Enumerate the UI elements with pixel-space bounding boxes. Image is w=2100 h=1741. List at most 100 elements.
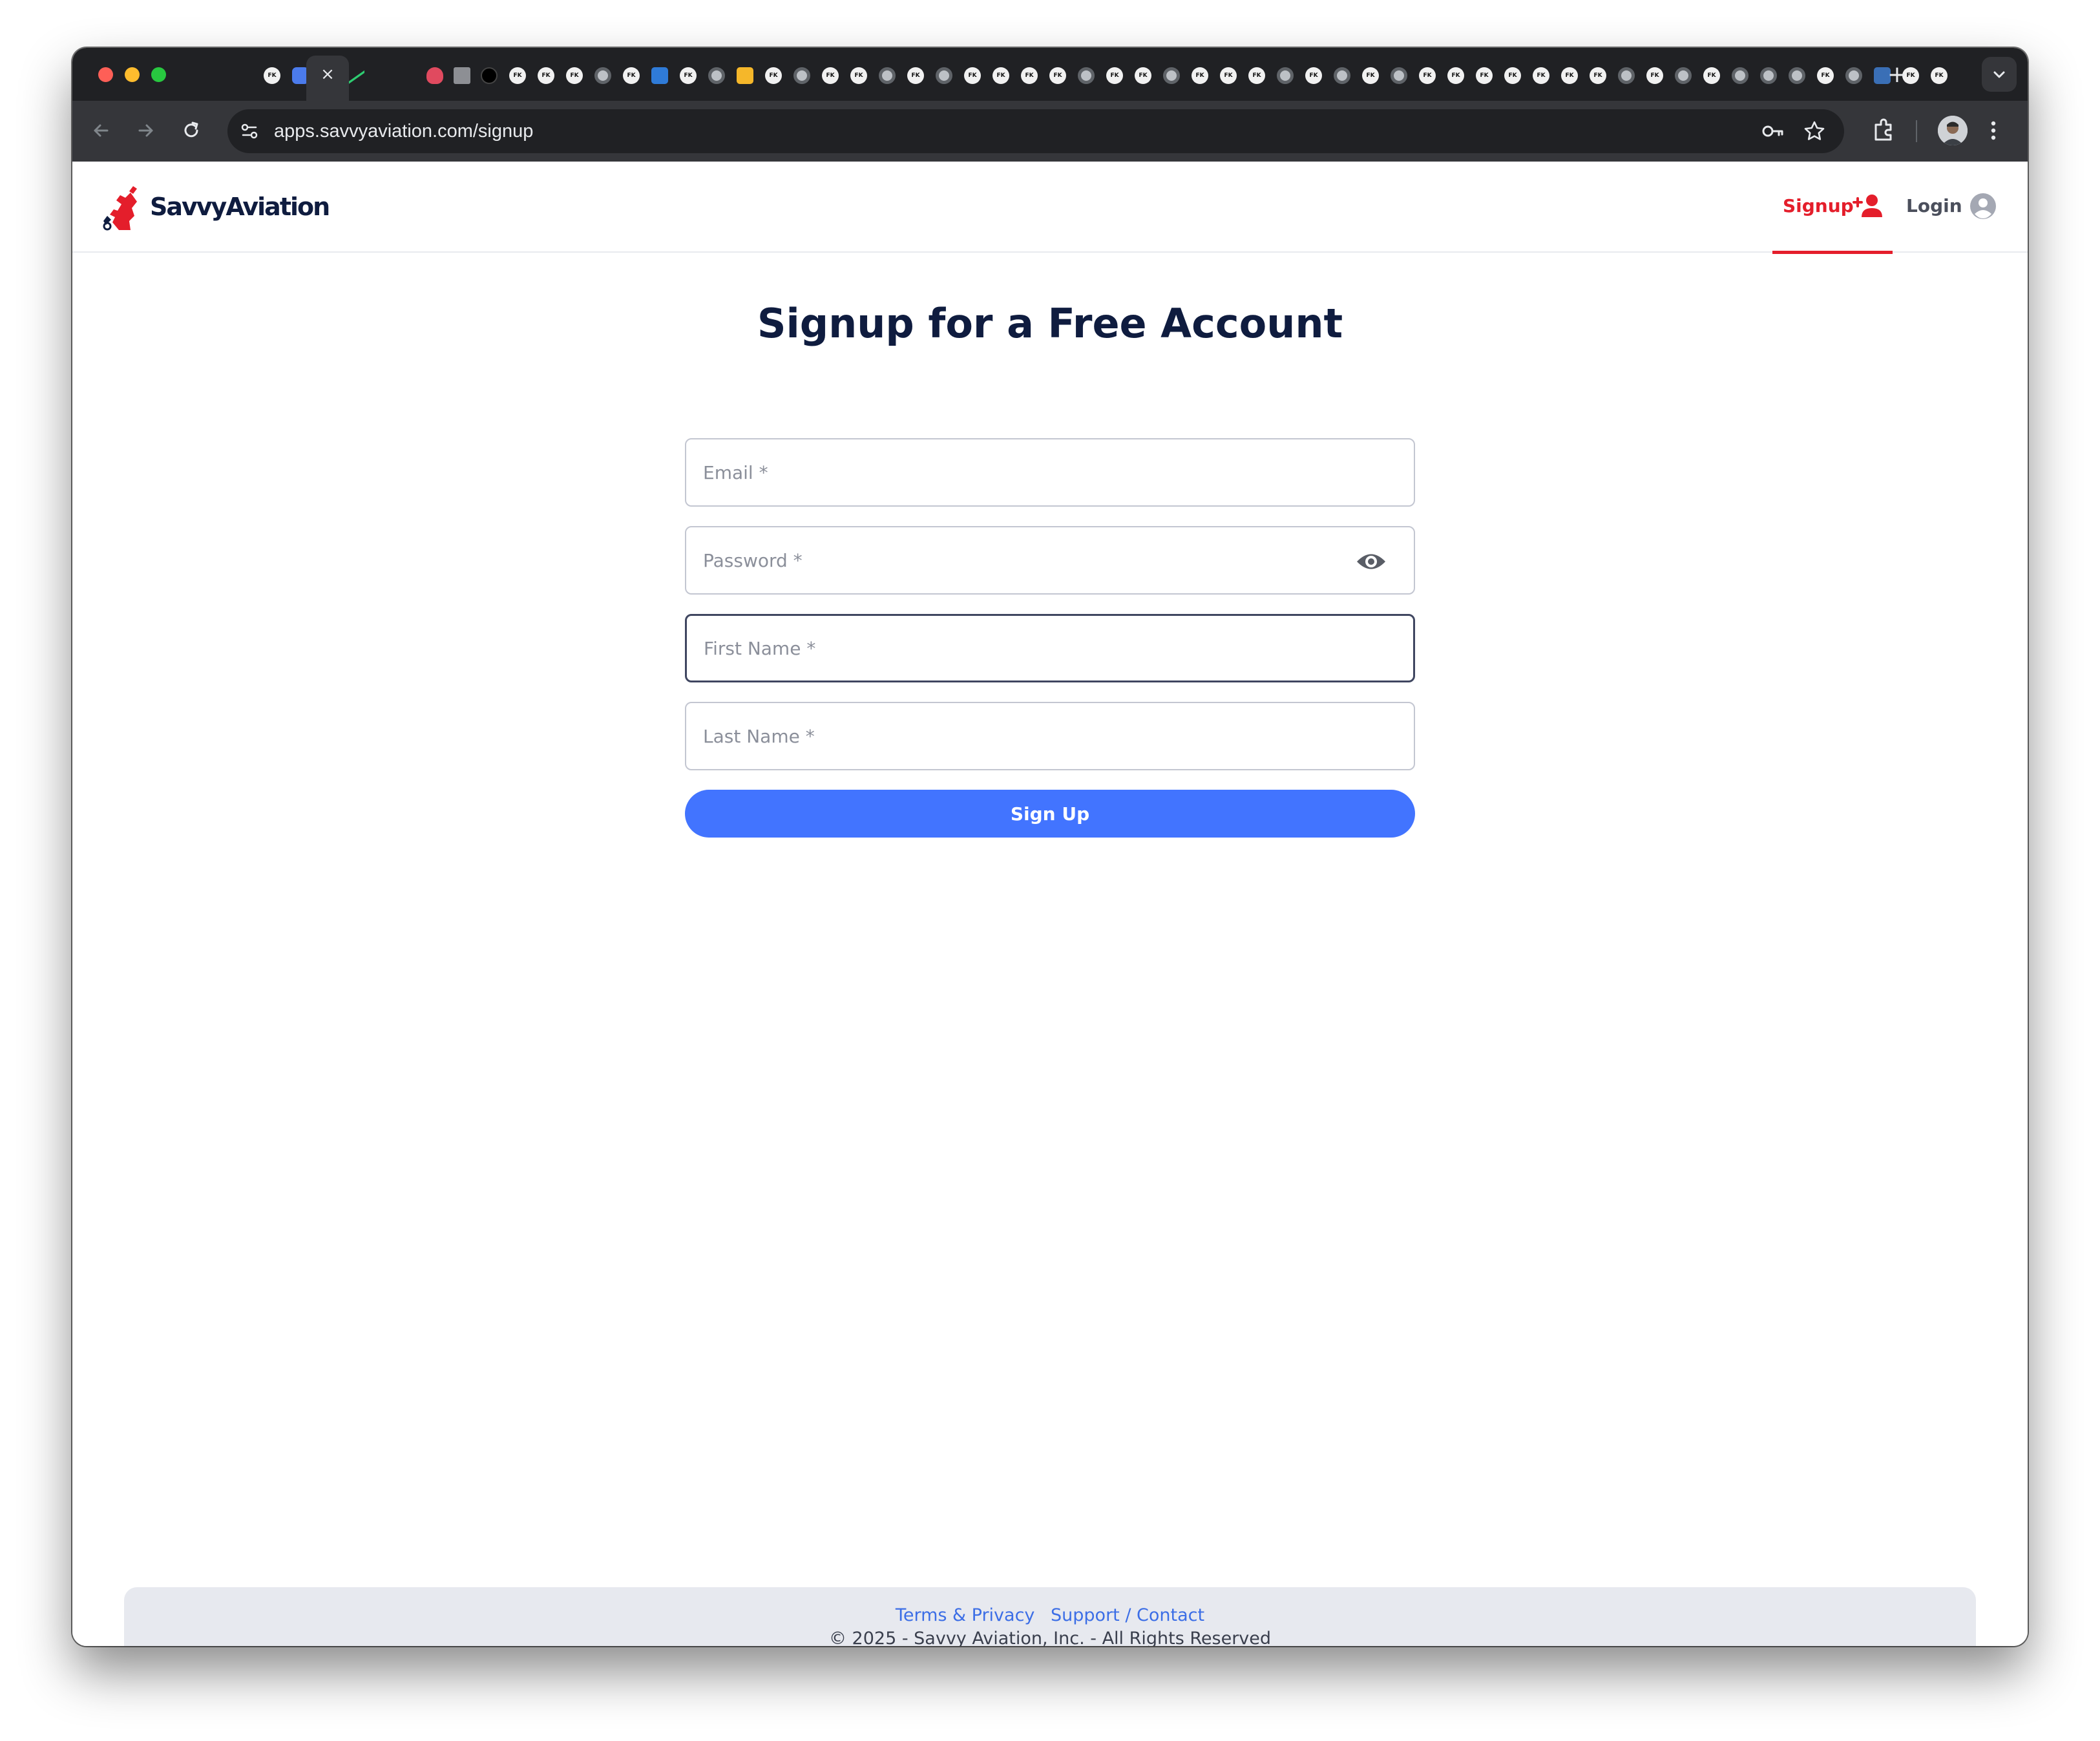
tab-favicon-fk-icon[interactable]: FK <box>964 67 981 84</box>
tab-strip: FK FK FK FK FK FK FK FK FK FK FK FK FK FK FK FK FK FK FK FK… <box>72 48 2028 101</box>
show-password-eye-icon[interactable] <box>1356 551 1387 573</box>
tab-favicon-cloud-icon[interactable] <box>426 67 443 84</box>
tab-favicon-note-icon[interactable] <box>737 67 753 84</box>
account-circle-icon <box>1970 193 1996 219</box>
tab-favicon-globe-icon[interactable] <box>708 67 725 84</box>
bookmark-star-icon[interactable] <box>1801 118 1827 144</box>
tab-favicon-globe-icon[interactable] <box>1277 67 1294 84</box>
tab-favicon-fk-icon[interactable]: FK <box>538 67 554 84</box>
chevron-down-icon <box>1993 71 2005 78</box>
tab-favicon-globe-icon[interactable] <box>594 67 611 84</box>
back-button[interactable] <box>85 115 116 146</box>
password-key-icon[interactable] <box>1760 118 1786 144</box>
tab-favicon-fk-icon[interactable]: FK <box>680 67 697 84</box>
minimize-window-button[interactable] <box>125 67 140 82</box>
reload-button[interactable] <box>176 115 207 146</box>
tab-favicon-fk-icon[interactable]: FK <box>1447 67 1464 84</box>
page-title: Signup for a Free Account <box>757 300 1343 347</box>
tab-favicon-fk-icon[interactable]: FK <box>264 67 280 84</box>
tab-favicon-fk-icon[interactable]: FK <box>1703 67 1720 84</box>
first-name-input[interactable] <box>704 616 1350 681</box>
terms-privacy-link[interactable]: Terms & Privacy <box>896 1605 1035 1625</box>
tab-favicon-globe-icon[interactable] <box>936 67 952 84</box>
tab-favicon-fk-icon[interactable]: FK <box>1021 67 1038 84</box>
first-name-field[interactable] <box>685 614 1415 682</box>
tab-favicon-fk-icon[interactable]: FK <box>765 67 782 84</box>
close-window-button[interactable] <box>98 67 113 82</box>
tab-favicon-chart-icon[interactable] <box>651 67 668 84</box>
tab-favicon-globe-icon[interactable] <box>1675 67 1692 84</box>
tab-favicon-fk-icon[interactable]: FK <box>1135 67 1151 84</box>
tab-favicon-globe-icon[interactable] <box>1078 67 1095 84</box>
tab-favicon-fk-icon[interactable]: FK <box>1220 67 1237 84</box>
tab-favicon-globe-icon[interactable] <box>879 67 896 84</box>
tab-favicon-globe-icon[interactable] <box>793 67 810 84</box>
tab-favicon-fk-icon[interactable]: FK <box>1533 67 1549 84</box>
tab-favicon-fk-icon[interactable]: FK <box>566 67 583 84</box>
tab-favicon-chart-icon[interactable] <box>348 61 364 85</box>
tab-favicon-fk-icon[interactable]: FK <box>1248 67 1265 84</box>
extensions-icon[interactable] <box>1869 116 1898 145</box>
tab-favicon-dark-icon[interactable] <box>481 67 498 84</box>
tab-favicon-fk-icon[interactable]: FK <box>1106 67 1123 84</box>
password-input[interactable] <box>703 527 1349 593</box>
last-name-field[interactable] <box>685 702 1415 770</box>
tab-favicon-fk-icon[interactable]: FK <box>1192 67 1208 84</box>
page-content: SavvyAviation Signup Login Signup for a … <box>72 162 2028 1646</box>
reload-icon <box>184 121 198 138</box>
tab-favicon-globe-icon[interactable] <box>1760 67 1777 84</box>
tab-favicon-fk-icon[interactable]: FK <box>1419 67 1436 84</box>
tab-favicon-fk-icon[interactable]: FK <box>1646 67 1663 84</box>
tab-favicon-globe-icon[interactable] <box>1789 67 1805 84</box>
tab-favicon-fk-icon[interactable]: FK <box>907 67 924 84</box>
support-contact-link[interactable]: Support / Contact <box>1051 1605 1204 1625</box>
tab-favicon-fk-icon[interactable]: FK <box>1362 67 1379 84</box>
tab-favicon-fk-icon[interactable]: FK <box>1817 67 1834 84</box>
nav-signup-link[interactable]: Signup <box>1772 162 1893 254</box>
address-bar[interactable]: apps.savvyaviation.com/signup <box>227 109 1844 153</box>
tab-favicon-globe-icon[interactable] <box>1845 67 1862 84</box>
url-text[interactable]: apps.savvyaviation.com/signup <box>274 109 533 153</box>
tab-favicon-fk-icon[interactable]: FK <box>623 67 640 84</box>
tab-favicon-fk-icon[interactable]: FK <box>1049 67 1066 84</box>
tab-favicon-fk-icon[interactable]: FK <box>509 67 526 84</box>
forward-arrow-icon <box>138 124 153 137</box>
tab-favicon-fk-icon[interactable]: FK <box>992 67 1009 84</box>
last-name-input[interactable] <box>703 703 1349 769</box>
email-field[interactable] <box>685 438 1415 507</box>
site-header: SavvyAviation Signup Login <box>72 162 2028 254</box>
tab-favicon-globe-icon[interactable] <box>1391 67 1407 84</box>
tab-search-button[interactable] <box>1982 57 2017 92</box>
nav-login-label: Login <box>1906 195 1962 216</box>
tab-favicon-globe-icon[interactable] <box>1163 67 1180 84</box>
copyright-text: © 2025 - Savvy Aviation, Inc. - All Righ… <box>828 1629 1272 1646</box>
nav-signup-label: Signup <box>1783 195 1854 216</box>
tab-favicon-fk-icon[interactable]: FK <box>1561 67 1578 84</box>
tab-favicon-globe-icon[interactable] <box>1618 67 1635 84</box>
tab-favicon-fk-icon[interactable]: FK <box>1931 67 1948 84</box>
browser-toolbar: apps.savvyaviation.com/signup <box>72 101 2028 162</box>
tab-favicon-fk-icon[interactable]: FK <box>850 67 867 84</box>
tab-favicon-globe-icon[interactable] <box>1732 67 1748 84</box>
sign-up-button[interactable]: Sign Up <box>685 790 1415 838</box>
tab-favicon-fk-icon[interactable]: FK <box>1305 67 1322 84</box>
back-arrow-icon <box>94 124 109 137</box>
tab-favicon-doc-icon[interactable] <box>454 67 470 84</box>
site-info-icon[interactable] <box>236 118 262 144</box>
email-input[interactable] <box>703 439 1349 505</box>
nav-login-link[interactable]: Login <box>1900 162 2003 253</box>
zoom-window-button[interactable] <box>151 67 166 82</box>
tab-favicon-globe-icon[interactable] <box>1334 67 1350 84</box>
tab-favicon-fk-icon[interactable]: FK <box>1590 67 1606 84</box>
tab-favicon-fk-icon[interactable]: FK <box>822 67 839 84</box>
profile-photo-icon <box>1938 116 1968 145</box>
password-field[interactable] <box>685 526 1415 595</box>
tab-favicon-fk-icon[interactable]: FK <box>1476 67 1493 84</box>
browser-menu-icon[interactable] <box>1979 116 2008 145</box>
tab-close-icon[interactable]: × <box>317 63 339 85</box>
profile-avatar[interactable] <box>1938 116 1968 145</box>
browser-window: FK FK FK FK FK FK FK FK FK FK FK FK FK FK FK FK FK FK FK FK… <box>72 48 2028 1646</box>
tab-favicon-fk-icon[interactable]: FK <box>1504 67 1521 84</box>
new-tab-button[interactable]: + <box>1884 62 1910 88</box>
forward-button[interactable] <box>131 115 162 146</box>
